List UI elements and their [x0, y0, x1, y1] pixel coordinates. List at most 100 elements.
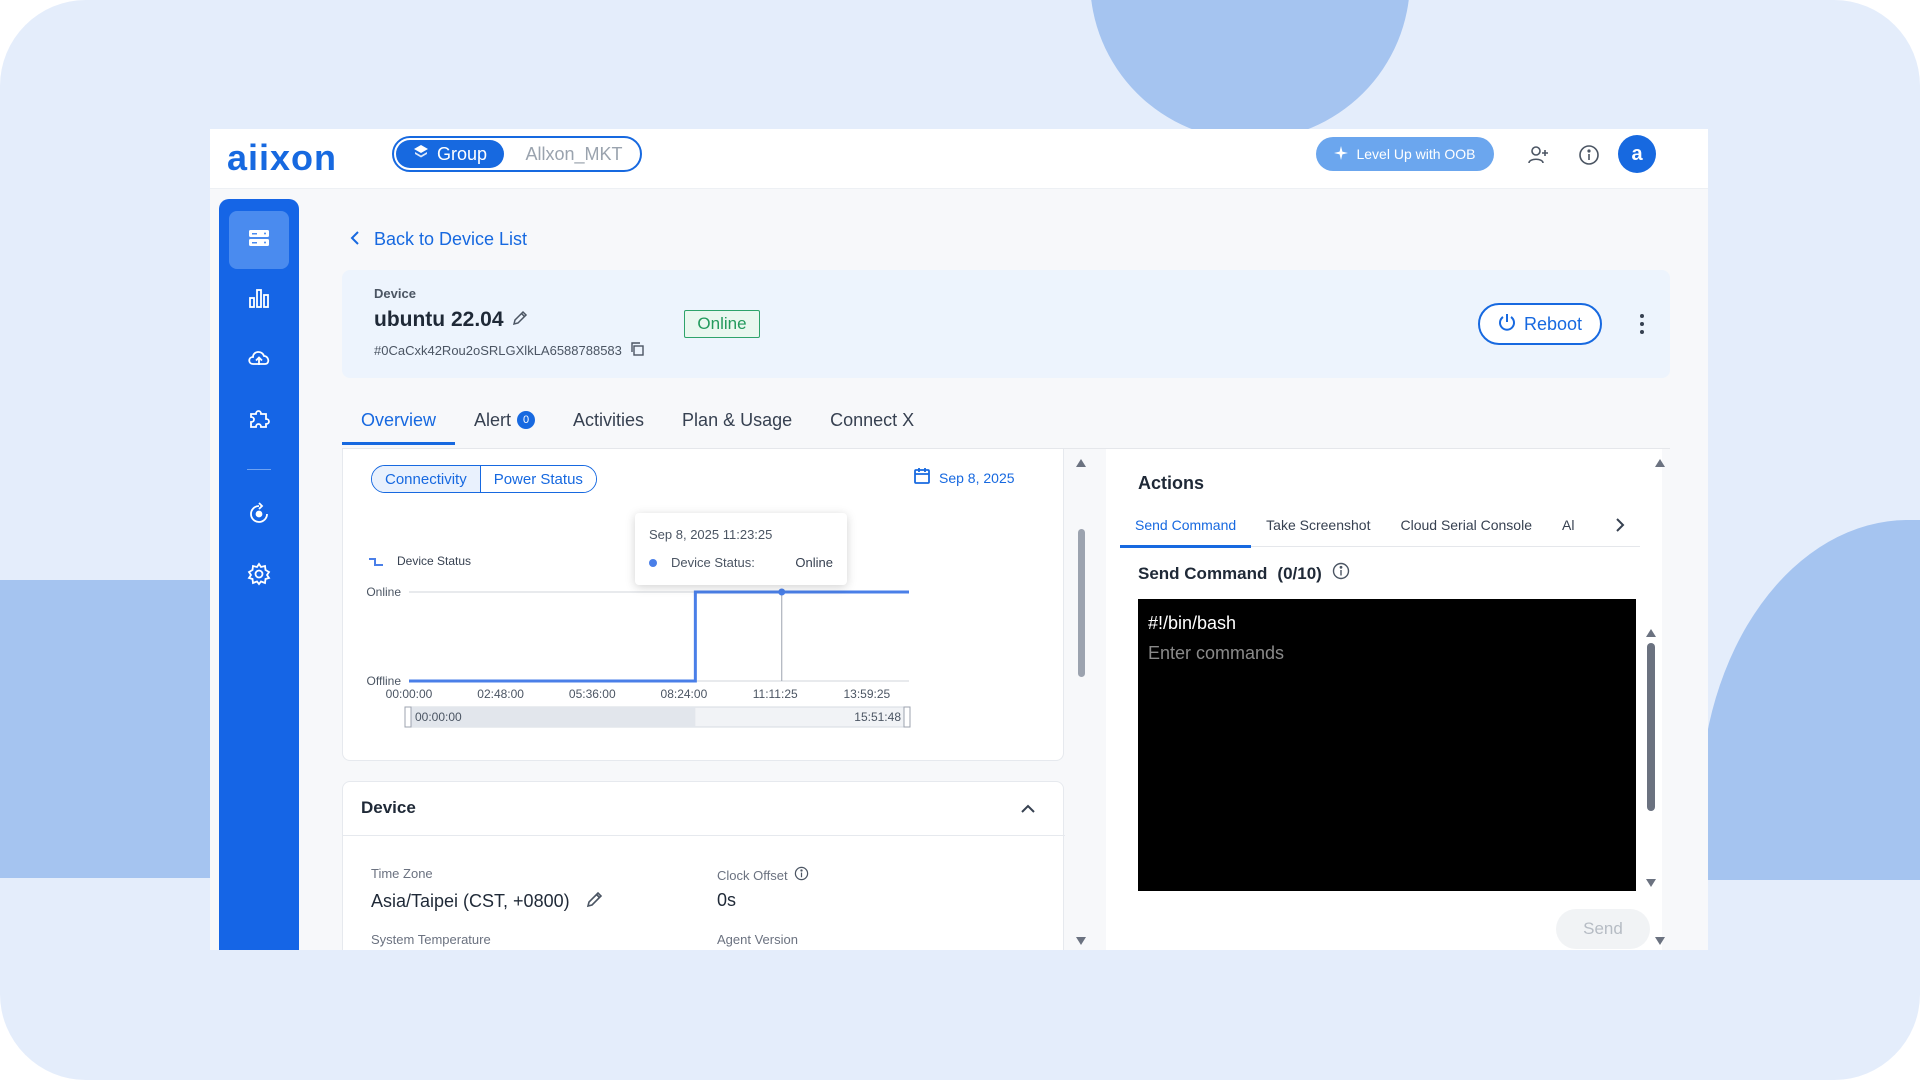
avatar[interactable]: a: [1618, 135, 1656, 173]
legend-label: Device Status: [397, 554, 471, 568]
device-label: Device: [374, 286, 416, 301]
power-icon: [1498, 313, 1516, 336]
tooltip-value: Online: [795, 555, 833, 570]
sidebar-item-devices[interactable]: [229, 211, 289, 269]
status-badge: Online: [684, 310, 760, 338]
tooltip-title: Sep 8, 2025 11:23:25: [649, 527, 773, 542]
actions-title: Actions: [1138, 473, 1205, 493]
tab-alert[interactable]: Alert 0: [455, 397, 554, 443]
group-switcher[interactable]: Group Allxon_MKT: [392, 136, 642, 172]
level-up-button[interactable]: Level Up with OOB: [1316, 137, 1494, 171]
cloud-icon: [246, 346, 272, 375]
tooltip-series: Device Status:: [671, 555, 755, 570]
alert-count-badge: 0: [517, 411, 536, 429]
send-command-title: Send Command: [1138, 563, 1268, 583]
group-toggle-button[interactable]: Group: [396, 140, 504, 168]
scroll-down-arrow[interactable]: [1076, 937, 1086, 945]
sidebar-item-plugins[interactable]: [229, 391, 289, 449]
tab-connect-x[interactable]: Connect X: [811, 397, 933, 443]
tab-plan-usage[interactable]: Plan & Usage: [663, 397, 811, 443]
chevron-right-icon[interactable]: [1610, 515, 1630, 535]
puzzle-icon: [247, 406, 271, 435]
settings-icon: [247, 561, 271, 591]
actions-sub-tabs: Send Command Take Screenshot Cloud Seria…: [1120, 503, 1640, 548]
sparkle-icon: [1334, 145, 1349, 163]
console-scroll-down-arrow[interactable]: [1646, 879, 1656, 887]
clock-offset-value: 0s: [717, 890, 737, 910]
scroll-up-arrow[interactable]: [1076, 459, 1086, 467]
device-id: #0CaCxk42Rou2oSRLGXlkLA6588788583: [374, 343, 622, 358]
group-label: Group: [436, 143, 488, 164]
tab-activities[interactable]: Activities: [554, 397, 663, 443]
reboot-button[interactable]: Reboot: [1478, 303, 1602, 345]
legend-step-icon: [369, 558, 383, 566]
level-up-label: Level Up with OOB: [1356, 146, 1476, 162]
time-zone-value-row: Asia/Taipei (CST, +0800): [371, 890, 604, 913]
time-zone-label: Time Zone: [371, 866, 433, 881]
decorative-arch: [1090, 0, 1410, 140]
back-to-device-list-link[interactable]: Back to Device List: [350, 229, 527, 250]
pencil-icon[interactable]: [586, 890, 604, 913]
tab-bar: Overview Alert 0 Activities Plan & Usage …: [342, 397, 933, 445]
series-line-device-status: [409, 590, 909, 683]
y-tick-label: Offline: [367, 674, 402, 688]
device-header-card: Device ubuntu 22.04 #0CaCxk42Rou2oSRLGXl…: [342, 270, 1670, 378]
tab-overview[interactable]: Overview: [342, 397, 456, 445]
range-start-label: 00:00:00: [415, 710, 462, 724]
x-tick-label: 08:24:00: [661, 687, 708, 701]
agent-version-label: Agent Version: [717, 932, 798, 947]
device-id-row: #0CaCxk42Rou2oSRLGXlkLA6588788583: [374, 342, 644, 359]
actions-panel: Actions Send Command Take Screenshot Clo…: [1106, 449, 1662, 950]
top-bar: aiixon Group Allxon_MKT Level Up with OO…: [210, 129, 1708, 189]
sidebar-item-sync[interactable]: [229, 487, 289, 545]
sidebar: [219, 199, 299, 950]
back-link-label: Back to Device List: [374, 229, 528, 249]
sub-tab-cloud-serial-console[interactable]: Cloud Serial Console: [1385, 503, 1547, 547]
bar-chart-icon: [247, 286, 271, 315]
more-options-icon[interactable]: [1632, 310, 1652, 338]
command-input[interactable]: [1148, 641, 1608, 665]
brand-logo: aiixon: [227, 137, 338, 178]
scrollbar-thumb[interactable]: [1078, 529, 1085, 677]
range-handle-left: [404, 706, 412, 728]
send-button[interactable]: Send: [1556, 909, 1650, 949]
info-icon[interactable]: [794, 866, 809, 884]
sub-tab-send-command[interactable]: Send Command: [1120, 503, 1252, 548]
device-status-chart[interactable]: Device Status Offline Online 00:00:00 02:48:…: [343, 449, 1065, 761]
group-name[interactable]: Allxon_MKT: [514, 140, 634, 168]
device-section-title: Device: [361, 798, 416, 817]
sidebar-item-settings[interactable]: [229, 547, 289, 605]
series-dot-icon: [649, 558, 657, 567]
clock-offset-label: Clock Offset: [717, 866, 809, 884]
sidebar-item-analytics[interactable]: [229, 271, 289, 329]
copy-icon[interactable]: [630, 342, 644, 359]
command-console: #!/bin/bash: [1138, 599, 1636, 891]
chevron-up-icon[interactable]: [1019, 800, 1037, 818]
y-tick-label: Online: [366, 585, 401, 599]
send-command-count: (0/10): [1277, 563, 1322, 583]
device-name: ubuntu 22.04: [374, 308, 504, 331]
reboot-label: Reboot: [1523, 313, 1583, 334]
device-section-header[interactable]: Device: [343, 782, 1065, 836]
add-user-icon[interactable]: [1526, 143, 1550, 167]
info-icon[interactable]: [1577, 143, 1601, 167]
sidebar-item-cloud[interactable]: [229, 331, 289, 389]
pencil-icon[interactable]: [512, 308, 528, 332]
shebang-line: #!/bin/bash: [1148, 613, 1237, 633]
console-scroll-up-arrow[interactable]: [1646, 629, 1656, 637]
decorative-block-left: [0, 580, 210, 878]
sidebar-divider: [247, 469, 271, 470]
console-scrollbar-thumb[interactable]: [1647, 643, 1655, 811]
device-name-row: ubuntu 22.04: [374, 308, 528, 332]
device-info-section: Device Time Zone Asia/Taipei (CST, +0800…: [342, 781, 1065, 950]
system-temperature-label: System Temperature: [371, 932, 491, 947]
chart-tooltip: Sep 8, 2025 11:23:25 Device Status: Onli…: [635, 513, 847, 585]
panel-scroll-up-arrow[interactable]: [1655, 459, 1665, 467]
app-window: aiixon Group Allxon_MKT Level Up with OO…: [210, 129, 1708, 950]
sub-tab-take-screenshot[interactable]: Take Screenshot: [1251, 503, 1385, 547]
devices-icon: [247, 226, 271, 255]
sub-tab-more[interactable]: Al: [1547, 503, 1589, 547]
x-tick-label: 05:36:00: [569, 687, 616, 701]
panel-scroll-down-arrow[interactable]: [1655, 937, 1665, 945]
info-icon[interactable]: [1332, 562, 1350, 585]
